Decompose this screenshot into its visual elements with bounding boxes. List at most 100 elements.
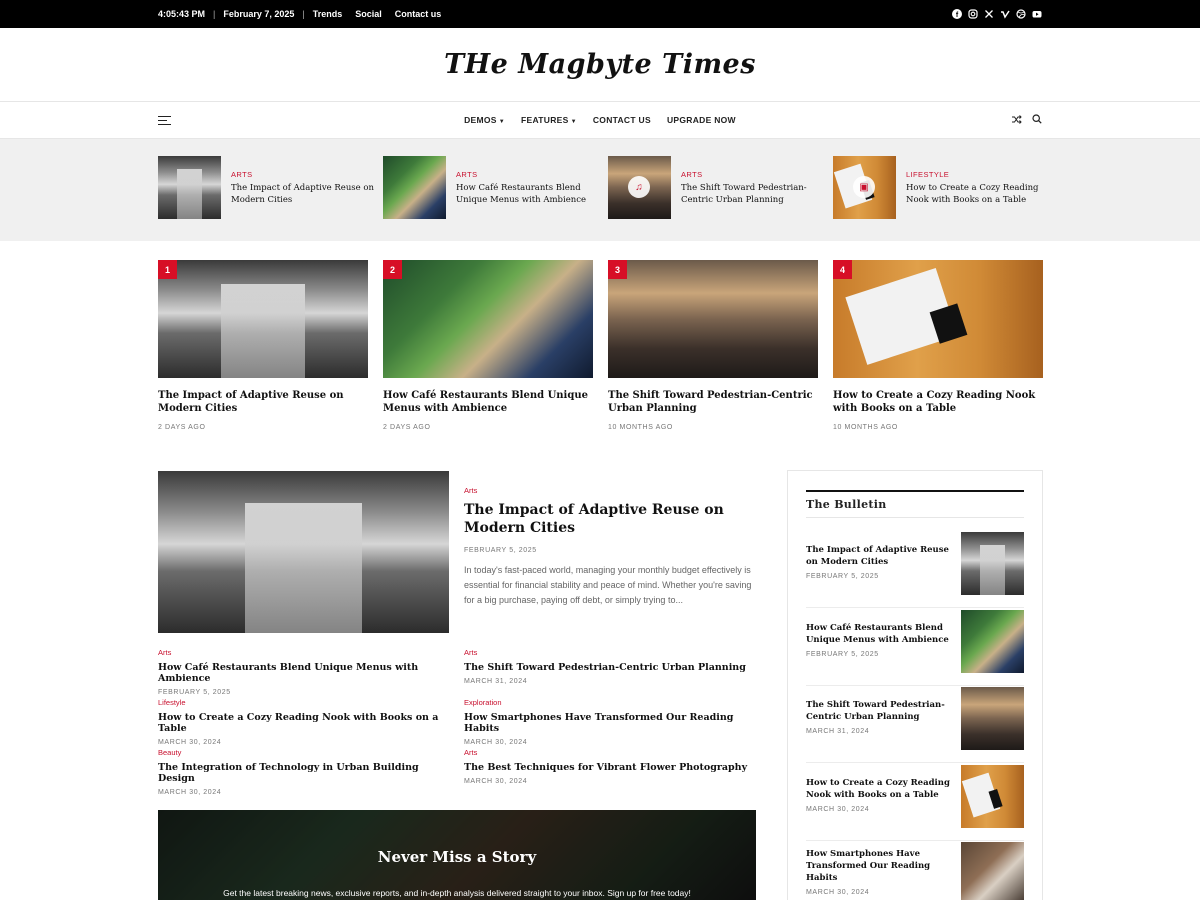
strip-card[interactable]: ♫ ARTS The Shift Toward Pedestrian-Centri… [608, 156, 826, 220]
nav-item-upgrade[interactable]: UPGRADE NOW [667, 115, 736, 125]
category-label[interactable]: Lifestyle [158, 698, 448, 707]
nav-item-contact[interactable]: CONTACT US [593, 115, 651, 125]
article-title[interactable]: How Smartphones Have Transformed Our Rea… [464, 712, 754, 734]
article-title[interactable]: How Café Restaurants Blend Unique Menus … [383, 389, 593, 415]
article-title[interactable]: The Shift Toward Pedestrian-Centric Urba… [806, 699, 956, 723]
article-date: FEBRUARY 5, 2025 [806, 651, 879, 658]
sidebar-widget: The Bulletin The Impact of Adaptive Reus… [787, 470, 1043, 900]
top-link-social[interactable]: Social [355, 9, 382, 19]
article-date: MARCH 30, 2024 [158, 739, 222, 746]
caret-down-icon: ▼ [498, 119, 506, 125]
article-thumbnail[interactable] [961, 687, 1024, 750]
separator: | [213, 9, 216, 19]
article-thumbnail[interactable] [961, 765, 1024, 828]
article-title[interactable]: How Smartphones Have Transformed Our Rea… [806, 848, 956, 884]
article-date: FEBRUARY 5, 2025 [464, 547, 537, 554]
article-date: MARCH 30, 2024 [464, 739, 528, 746]
top-link-trends[interactable]: Trends [313, 9, 343, 19]
category-label[interactable]: Exploration [464, 698, 754, 707]
site-logo[interactable]: THe Magbyte Times [444, 49, 756, 80]
separator: | [302, 9, 305, 19]
sidebar-post: How Café Restaurants Blend Unique Menus … [806, 610, 1024, 686]
rank-badge: 3 [608, 260, 627, 279]
strip-card[interactable]: ARTS How Café Restaurants Blend Unique Me… [383, 156, 601, 220]
article-title[interactable]: The Shift Toward Pedestrian-Centric Urba… [464, 662, 754, 673]
article-image[interactable]: 2 [383, 260, 593, 378]
article-date: 10 MONTHS AGO [608, 424, 673, 431]
caret-down-icon: ▼ [570, 119, 577, 125]
category-label[interactable]: Arts [464, 486, 754, 495]
featured-image[interactable] [158, 471, 449, 633]
article-title[interactable]: The Impact of Adaptive Reuse on Modern C… [158, 389, 368, 415]
article-thumbnail[interactable] [961, 842, 1024, 900]
article-thumbnail[interactable] [383, 156, 446, 219]
current-date: February 7, 2025 [223, 9, 295, 19]
article-title[interactable]: How to Create a Cozy Reading Nook with B… [906, 183, 1051, 206]
nav-item-demos[interactable]: DEMOS ▼ [464, 115, 505, 125]
article-date: MARCH 31, 2024 [806, 728, 870, 735]
category-label[interactable]: Beauty [158, 748, 448, 757]
youtube-icon[interactable] [1032, 9, 1042, 19]
article-thumbnail[interactable] [961, 610, 1024, 673]
article-image[interactable]: 3 [608, 260, 818, 378]
article-title[interactable]: How Café Restaurants Blend Unique Menus … [456, 183, 601, 206]
newsletter-text: Get the latest breaking news, exclusive … [223, 888, 691, 898]
divider [806, 840, 1024, 841]
facebook-icon[interactable]: f [952, 9, 962, 19]
article-date: MARCH 30, 2024 [464, 778, 528, 785]
newsletter-heading: Never Miss a Story [377, 848, 537, 866]
article-date: MARCH 30, 2024 [158, 789, 222, 796]
category-label[interactable]: ARTS [456, 170, 601, 179]
article-date: MARCH 30, 2024 [806, 806, 870, 813]
category-label[interactable]: Arts [464, 748, 754, 757]
article-image[interactable]: 1 [158, 260, 368, 378]
masthead: THe Magbyte Times [0, 28, 1200, 102]
strip-card[interactable]: ▣ LIFESTYLE How to Create a Cozy Reading … [833, 156, 1051, 220]
article-title[interactable]: How to Create a Cozy Reading Nook with B… [158, 712, 448, 734]
sidebar-post: How to Create a Cozy Reading Nook with B… [806, 765, 1024, 841]
rank-badge: 4 [833, 260, 852, 279]
featured-strip: ARTS The Impact of Adaptive Reuse on Mode… [0, 139, 1200, 241]
article-title[interactable]: How to Create a Cozy Reading Nook with B… [806, 777, 956, 801]
category-label[interactable]: Arts [158, 648, 448, 657]
article-image[interactable]: 4 [833, 260, 1043, 378]
category-label[interactable]: Arts [464, 648, 754, 657]
instagram-icon[interactable] [968, 9, 978, 19]
article-title[interactable]: The Impact of Adaptive Reuse on Modern C… [806, 544, 956, 568]
nav-item-features[interactable]: FEATURES ▼ [521, 115, 577, 125]
strip-card[interactable]: ARTS The Impact of Adaptive Reuse on Mode… [158, 156, 376, 220]
divider [806, 685, 1024, 686]
trending-card: 3 The Shift Toward Pedestrian-Centric Ur… [608, 260, 818, 431]
divider [806, 762, 1024, 763]
sidebar-post: How Smartphones Have Transformed Our Rea… [806, 842, 1024, 900]
article-title[interactable]: The Shift Toward Pedestrian-Centric Urba… [608, 389, 818, 415]
top-link-contact[interactable]: Contact us [395, 9, 442, 19]
shuffle-icon[interactable] [1011, 114, 1022, 128]
article-thumbnail[interactable] [961, 532, 1024, 595]
article-date: FEBRUARY 5, 2025 [158, 689, 231, 696]
category-label[interactable]: ARTS [681, 170, 826, 179]
search-icon[interactable] [1032, 114, 1042, 128]
article-thumbnail[interactable] [158, 156, 221, 219]
nav-label: CONTACT US [592, 115, 651, 125]
nav-label: DEMOS [464, 115, 497, 125]
article-title[interactable]: The Shift Toward Pedestrian-Centric Urba… [681, 183, 826, 206]
category-label[interactable]: LIFESTYLE [906, 170, 1051, 179]
widget-top-rule [806, 490, 1024, 492]
dribbble-icon[interactable] [1016, 9, 1026, 19]
article-thumbnail[interactable]: ♫ [608, 156, 671, 219]
article-thumbnail[interactable]: ▣ [833, 156, 896, 219]
x-icon[interactable] [984, 9, 994, 19]
article-title[interactable]: The Best Techniques for Vibrant Flower P… [464, 762, 754, 773]
divider [806, 607, 1024, 608]
featured-title[interactable]: The Impact of Adaptive Reuse on Modern C… [464, 501, 754, 537]
article-title[interactable]: How to Create a Cozy Reading Nook with B… [833, 389, 1043, 415]
article-title[interactable]: How Café Restaurants Blend Unique Menus … [806, 622, 956, 646]
article-title[interactable]: How Café Restaurants Blend Unique Menus … [158, 662, 448, 684]
main-navigation: DEMOS ▼ FEATURES ▼ CONTACT US UPGRADE NOW [0, 102, 1200, 139]
sidebar-post: The Shift Toward Pedestrian-Centric Urba… [806, 687, 1024, 763]
article-title[interactable]: The Integration of Technology in Urban B… [158, 762, 448, 784]
article-title[interactable]: The Impact of Adaptive Reuse on Modern C… [231, 183, 376, 206]
vimeo-icon[interactable] [1000, 9, 1010, 19]
category-label[interactable]: ARTS [231, 170, 376, 179]
